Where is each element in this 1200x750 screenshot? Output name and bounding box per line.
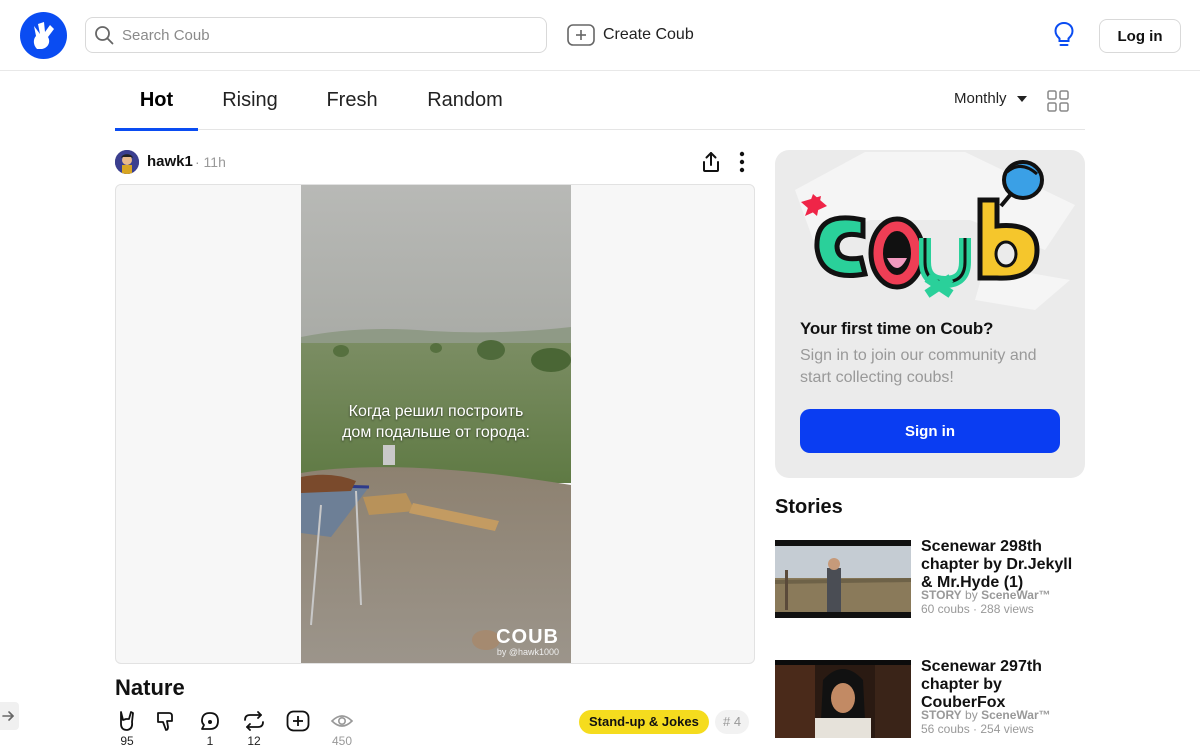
signin-card-title: Your first time on Coub? bbox=[800, 319, 994, 338]
watermark-logo: COUB bbox=[496, 626, 559, 648]
tab-hot[interactable]: Hot bbox=[115, 71, 198, 131]
grid-view-icon[interactable] bbox=[1047, 90, 1069, 112]
story-kind: STORY bbox=[921, 708, 962, 722]
search-input[interactable] bbox=[122, 18, 532, 52]
recoub-button[interactable]: 12 bbox=[239, 710, 269, 748]
coub-logo-icon[interactable] bbox=[20, 12, 67, 59]
post-header: hawk1 · 11h bbox=[115, 150, 755, 174]
top-header: Create Coub Log in bbox=[0, 0, 1200, 71]
expand-sidebar-button[interactable] bbox=[0, 702, 19, 730]
story-stats: 60 coubs · 288 views bbox=[921, 602, 1034, 616]
signin-card: Your first time on Coub? Sign in to join… bbox=[775, 150, 1085, 478]
add-to-collection-button[interactable] bbox=[283, 710, 313, 748]
signin-card-text: Sign in to join our community and start … bbox=[800, 347, 1037, 386]
recoub-count: 12 bbox=[247, 734, 261, 748]
story-thumbnail bbox=[775, 540, 911, 618]
story-byline: STORY by SceneWar™ bbox=[921, 708, 1051, 722]
arrow-right-icon bbox=[2, 711, 14, 721]
feed-tabs: Hot Rising Fresh Random Monthly bbox=[115, 71, 1085, 131]
coub-watermark: COUB by @hawk1000 bbox=[496, 627, 559, 657]
add-box-icon bbox=[567, 24, 595, 46]
story-author[interactable]: SceneWar™ bbox=[981, 708, 1051, 722]
tab-random[interactable]: Random bbox=[425, 71, 505, 130]
recoub-icon bbox=[244, 711, 264, 731]
comment-count: 1 bbox=[206, 734, 214, 748]
tab-fresh[interactable]: Fresh bbox=[323, 71, 381, 130]
avatar[interactable] bbox=[115, 150, 139, 174]
post-author[interactable]: hawk1 bbox=[147, 153, 193, 170]
create-coub-label: Create Coub bbox=[603, 26, 694, 43]
lightbulb-icon[interactable] bbox=[1052, 21, 1076, 54]
caret-down-icon bbox=[1016, 95, 1027, 102]
like-count: 95 bbox=[120, 734, 134, 748]
add-box-icon bbox=[286, 710, 310, 732]
story-byline: STORY by SceneWar™ bbox=[921, 588, 1051, 602]
story-item[interactable]: Scenewar 298th chapter by Dr.Jekyll & Mr… bbox=[775, 538, 1090, 620]
search-icon bbox=[95, 26, 114, 45]
view-count: 450 bbox=[331, 734, 353, 748]
video-caption: Когда решил построить дом подальше от го… bbox=[301, 401, 571, 443]
stories-heading: Stories bbox=[775, 496, 843, 518]
views-indicator: 450 bbox=[327, 710, 357, 748]
story-thumbnail bbox=[775, 660, 911, 738]
eye-icon bbox=[330, 715, 354, 727]
create-coub-button[interactable]: Create Coub bbox=[567, 21, 694, 49]
period-label: Monthly bbox=[954, 90, 1007, 107]
comment-button[interactable]: 1 bbox=[195, 710, 225, 748]
story-by: by bbox=[965, 708, 978, 722]
signin-button[interactable]: Sign in bbox=[800, 409, 1060, 453]
story-title[interactable]: Scenewar 297th chapter by CouberFox bbox=[921, 658, 1086, 712]
caption-line-1: Когда решил построить bbox=[348, 403, 524, 420]
post-title[interactable]: Nature bbox=[115, 675, 185, 701]
coub-mascot-logo bbox=[795, 152, 1075, 310]
dislike-button[interactable] bbox=[151, 710, 181, 748]
tag-chip[interactable]: Stand-up & Jokes bbox=[579, 710, 709, 734]
search-box[interactable] bbox=[85, 17, 547, 53]
more-options-icon[interactable] bbox=[737, 151, 747, 178]
comment-icon bbox=[201, 712, 219, 730]
caption-line-2: дом подальше от города: bbox=[342, 424, 530, 441]
period-dropdown[interactable]: Monthly bbox=[954, 90, 1027, 107]
thumbs-down-icon bbox=[157, 712, 173, 731]
login-button[interactable]: Log in bbox=[1099, 19, 1181, 53]
tab-rising[interactable]: Rising bbox=[218, 71, 282, 130]
watermark-credit: by @hawk1000 bbox=[496, 647, 559, 657]
story-by: by bbox=[965, 588, 978, 602]
story-stats: 56 coubs · 254 views bbox=[921, 722, 1034, 736]
like-button[interactable]: 95 bbox=[112, 710, 142, 748]
story-title[interactable]: Scenewar 298th chapter by Dr.Jekyll & Mr… bbox=[921, 538, 1086, 592]
rock-hand-icon bbox=[120, 711, 134, 731]
rank-badge: # 4 bbox=[715, 710, 750, 734]
post-actions: 95 1 12 450 Stand-up & Jokes # 4 bbox=[115, 710, 755, 750]
video-frame: Когда решил построить дом подальше от го… bbox=[115, 184, 755, 664]
story-kind: STORY bbox=[921, 588, 962, 602]
story-author[interactable]: SceneWar™ bbox=[981, 588, 1051, 602]
story-item[interactable]: Scenewar 297th chapter by CouberFox STOR… bbox=[775, 658, 1090, 740]
post-time: · 11h bbox=[195, 154, 226, 170]
share-icon[interactable] bbox=[701, 151, 721, 178]
video-player[interactable]: Когда решил построить дом подальше от го… bbox=[301, 185, 571, 663]
